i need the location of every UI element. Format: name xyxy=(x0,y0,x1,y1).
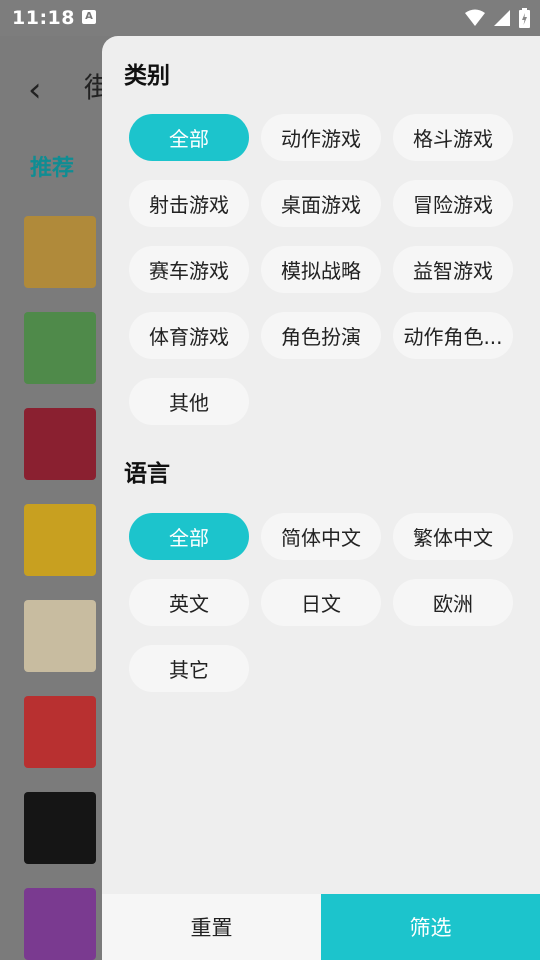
language-chip[interactable]: 日文 xyxy=(261,579,381,626)
game-thumb-2[interactable] xyxy=(24,312,96,384)
game-thumb-8[interactable] xyxy=(24,888,96,960)
game-thumb-3[interactable] xyxy=(24,408,96,480)
reset-button[interactable]: 重置 xyxy=(102,894,321,960)
language-chip[interactable]: 繁体中文 xyxy=(393,513,513,560)
game-thumb-7[interactable] xyxy=(24,792,96,864)
language-chip[interactable]: 英文 xyxy=(129,579,249,626)
category-chip[interactable]: 其他 xyxy=(129,378,249,425)
category-chip[interactable]: 格斗游戏 xyxy=(393,114,513,161)
game-thumb-6[interactable] xyxy=(24,696,96,768)
recommended-label: 推荐 xyxy=(30,156,75,181)
game-thumb-4[interactable] xyxy=(24,504,96,576)
back-icon[interactable]: ‹ xyxy=(28,70,42,110)
category-title: 类别 xyxy=(124,63,170,89)
category-chip[interactable]: 动作游戏 xyxy=(261,114,381,161)
language-chip[interactable]: 其它 xyxy=(129,645,249,692)
category-chip[interactable]: 动作角色... xyxy=(393,312,513,359)
category-chip[interactable]: 体育游戏 xyxy=(129,312,249,359)
battery-icon xyxy=(519,8,530,28)
notification-icon: A xyxy=(82,10,96,24)
language-chip[interactable]: 欧洲 xyxy=(393,579,513,626)
status-bar: 11:18 A xyxy=(0,0,540,36)
game-thumb-1[interactable] xyxy=(24,216,96,288)
wifi-icon xyxy=(465,9,485,26)
category-chip[interactable]: 冒险游戏 xyxy=(393,180,513,227)
category-chip[interactable]: 赛车游戏 xyxy=(129,246,249,293)
category-chip[interactable]: 射击游戏 xyxy=(129,180,249,227)
status-time: 11:18 xyxy=(12,7,75,29)
filter-button[interactable]: 筛选 xyxy=(321,894,540,960)
signal-icon xyxy=(494,10,510,26)
category-chip[interactable]: 角色扮演 xyxy=(261,312,381,359)
drawer-action-bar: 重置 筛选 xyxy=(102,894,540,960)
language-chip[interactable]: 全部 xyxy=(129,513,249,560)
category-chip[interactable]: 全部 xyxy=(129,114,249,161)
game-thumb-5[interactable] xyxy=(24,600,96,672)
language-title: 语言 xyxy=(124,461,170,487)
filter-drawer: 类别 全部 动作游戏 格斗游戏 射击游戏 桌面游戏 冒险游戏 赛车游戏 模拟战略 益智游戏 体育游… xyxy=(102,36,540,960)
status-icons xyxy=(465,8,530,28)
category-chip[interactable]: 桌面游戏 xyxy=(261,180,381,227)
category-chip[interactable]: 益智游戏 xyxy=(393,246,513,293)
category-chip[interactable]: 模拟战略 xyxy=(261,246,381,293)
language-chip[interactable]: 简体中文 xyxy=(261,513,381,560)
